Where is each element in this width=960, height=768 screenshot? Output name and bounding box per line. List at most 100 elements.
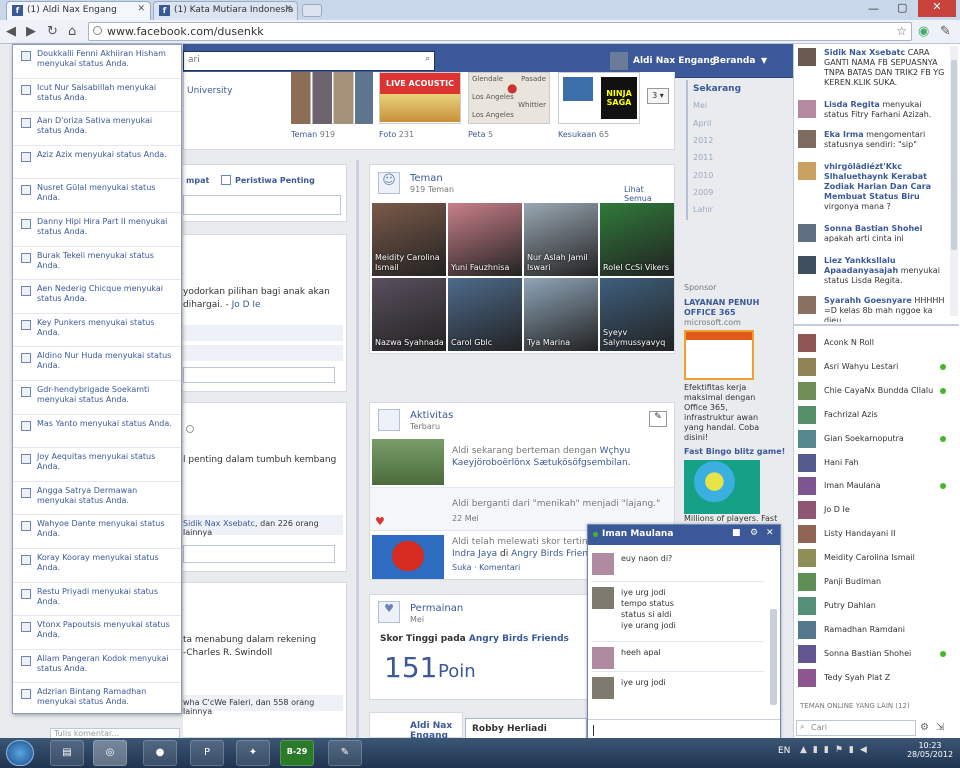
- tray-icons[interactable]: ▲▮▮⚑▮◀: [800, 745, 873, 755]
- url-field[interactable]: www.facebook.com/dusenkk ☆: [88, 22, 912, 41]
- video-icon[interactable]: ■: [732, 528, 741, 538]
- notification-item[interactable]: Aldino Nur Huda menyukai status Anda.: [13, 347, 181, 381]
- avatar[interactable]: [610, 52, 628, 70]
- chat-friend[interactable]: Aconk N Roll: [798, 334, 948, 354]
- comment-input[interactable]: [183, 367, 335, 383]
- back-icon[interactable]: ◀: [6, 24, 16, 39]
- notification-item[interactable]: Angga Satrya Dermawan menyukai status An…: [13, 482, 181, 516]
- ticker-item[interactable]: Lisda Regita menyukai status Fitry Farha…: [798, 100, 948, 120]
- chat-friend[interactable]: Putry Dahlan: [798, 596, 948, 617]
- tab-life-event[interactable]: Peristiwa Penting: [235, 176, 315, 185]
- gear-icon[interactable]: ⚙: [750, 528, 758, 538]
- timeline-item[interactable]: 2010: [693, 171, 713, 180]
- extension-icon[interactable]: ◉: [918, 24, 929, 39]
- tile-label[interactable]: Teman: [291, 130, 317, 139]
- friend-tile[interactable]: Meidity Carolina Ismail: [372, 203, 446, 276]
- wrench-icon[interactable]: ✎: [940, 24, 951, 39]
- ticker-item[interactable]: Sidik Nax Xsebatc CARA GANTI NAMA FB SEP…: [798, 48, 948, 88]
- notification-item[interactable]: Adzrian Bintang Ramadhan menyukai status…: [13, 683, 181, 713]
- friends-tile-image[interactable]: [291, 72, 373, 124]
- notification-item[interactable]: Mas Yanto menyukai status Anda.: [13, 415, 181, 449]
- other-online-label[interactable]: TEMAN ONLINE YANG LAIN (12): [800, 702, 910, 710]
- search-input[interactable]: ari ⌕: [183, 51, 435, 71]
- chat-friend[interactable]: Hani Fah: [798, 453, 948, 474]
- ticker-item[interactable]: Eka Irma mengomentari statusnya sendiri:…: [798, 130, 948, 150]
- ticker-name[interactable]: Liez Yankksllalu Apaadanyasajah: [824, 256, 898, 275]
- notification-item[interactable]: Danny Hipi Hira Part II menyukai status …: [13, 213, 181, 247]
- ticker-name[interactable]: vhirgölädiézt'Kkc Slhaluethaynk Kerabat …: [824, 162, 931, 201]
- notification-item[interactable]: Vtonx Papoutsis menyukai status Anda.: [13, 616, 181, 650]
- timeline-item[interactable]: 2009: [693, 188, 713, 197]
- clock-date[interactable]: 28/05/2012: [905, 750, 955, 759]
- map-tile-image[interactable]: Glendale Pasade Los Angeles Whittier Los…: [468, 72, 550, 124]
- notification-item[interactable]: Aen Nederig Chicque menyukai status Anda…: [13, 280, 181, 314]
- star-icon[interactable]: ☆: [896, 24, 907, 38]
- ticker-scrollbar[interactable]: [950, 46, 958, 316]
- chat-friend[interactable]: Ramadhan Ramdani: [798, 620, 948, 641]
- chat-friend[interactable]: Iman Maulana: [798, 477, 948, 497]
- see-all-link[interactable]: Lihat Semua: [624, 185, 674, 203]
- box-title[interactable]: Aktivitas: [410, 410, 453, 421]
- chrome-icon[interactable]: ◎: [93, 740, 127, 766]
- ticker-name[interactable]: Sidik Nax Xsebatc: [824, 48, 905, 57]
- notification-item[interactable]: Allam Pangeran Kodok menyukai status And…: [13, 650, 181, 684]
- notification-item[interactable]: Key Punkers menyukai status Anda.: [13, 314, 181, 348]
- browser-tab[interactable]: f (1) Kata Mutiara Indonesia ✕: [153, 1, 298, 20]
- user-name-link[interactable]: Aldi Nax Engang: [633, 56, 716, 66]
- notification-item[interactable]: Restu Priyadi menyukai status Anda.: [13, 583, 181, 617]
- forward-icon[interactable]: ▶: [26, 24, 36, 39]
- new-tab-button[interactable]: [302, 4, 322, 17]
- notification-item[interactable]: Joy Aequitas menyukai status Anda.: [13, 448, 181, 482]
- chat-friend[interactable]: Tedy Syah Plat Z: [798, 668, 948, 689]
- chat-scrollbar[interactable]: [770, 609, 777, 705]
- search-icon[interactable]: ⌕: [425, 54, 430, 64]
- ticker-item[interactable]: Sonna Bastian Shohei apakah arti cinta i…: [798, 224, 948, 244]
- friend-link[interactable]: Indra Jaya: [452, 549, 497, 559]
- friend-tile[interactable]: Rolel CcSi Vikers: [600, 203, 674, 276]
- home-icon[interactable]: ⌂: [68, 24, 76, 39]
- app-icon[interactable]: ✦: [236, 740, 270, 766]
- notification-item[interactable]: Doukkalli Fenni Akhiiran Hisham menyukai…: [13, 45, 181, 79]
- comment-input[interactable]: [183, 545, 335, 563]
- minimize-icon[interactable]: —: [868, 2, 879, 15]
- chat-friend[interactable]: Jo D Ie: [798, 501, 948, 521]
- game-link[interactable]: Angry Birds Friends: [469, 634, 569, 644]
- ticker-item[interactable]: Liez Yankksllalu Apaadanyasajah menyukai…: [798, 256, 948, 286]
- timeline-item[interactable]: April: [693, 119, 711, 128]
- close-icon[interactable]: ✕: [284, 4, 292, 14]
- paint-icon[interactable]: ✎: [328, 740, 362, 766]
- timeline-item[interactable]: 2012: [693, 136, 713, 145]
- angry-birds-image[interactable]: [372, 535, 444, 579]
- chat-friend[interactable]: Sonna Bastian Shohei: [798, 644, 948, 665]
- ticker-name[interactable]: Sonna Bastian Shohei: [824, 224, 922, 233]
- friend-tile[interactable]: Nur Aslah Jamil Iswari: [524, 203, 598, 276]
- chat-friend[interactable]: Asri Wahyu Lestari: [798, 357, 948, 378]
- edit-icon[interactable]: ✎: [649, 411, 667, 427]
- photos-tile-image[interactable]: LIVE ACOUSTIC: [379, 72, 461, 124]
- tile-label[interactable]: Kesukaan: [558, 130, 596, 139]
- close-icon[interactable]: ✕: [137, 4, 145, 14]
- friend-tile[interactable]: Tya Marina: [524, 278, 598, 351]
- notification-item[interactable]: Aziz Azix menyukai status Anda.: [13, 146, 181, 180]
- friend-tile[interactable]: Nazwa Syahnada: [372, 278, 446, 351]
- tab-place[interactable]: mpat: [186, 176, 209, 185]
- friend-tile[interactable]: Carol Gblc: [448, 278, 522, 351]
- clock-time[interactable]: 10:23: [905, 741, 955, 750]
- notification-item[interactable]: Nusret Gülal menyukai status Anda.: [13, 179, 181, 213]
- chat-friend[interactable]: Panji Budiman: [798, 573, 948, 593]
- ticker-name[interactable]: Syarahh Goesnyare: [824, 296, 912, 305]
- friend-tile[interactable]: Yuni Fauzhnisa: [448, 203, 522, 276]
- window-close-button[interactable]: ✕: [918, 0, 956, 17]
- reload-icon[interactable]: ↻: [47, 24, 58, 39]
- editor-icon[interactable]: P: [190, 740, 224, 766]
- popout-icon[interactable]: ⇲: [936, 722, 944, 733]
- ticker-name[interactable]: Eka Irma: [824, 130, 864, 139]
- timeline-now[interactable]: Sekarang: [693, 84, 741, 94]
- notification-item[interactable]: Icut Nur Salsabillah menyukai status And…: [13, 79, 181, 113]
- chevron-down-icon[interactable]: ▼: [761, 56, 767, 65]
- liker-link[interactable]: Sidik Nax Xsebatc: [183, 519, 255, 528]
- chat-tab[interactable]: Robby Herliadi: [465, 718, 587, 740]
- chat-header[interactable]: Iman Maulana ■ ⚙ ✕: [588, 525, 780, 545]
- composer-input[interactable]: [183, 195, 341, 215]
- tile-label[interactable]: Peta: [468, 130, 486, 139]
